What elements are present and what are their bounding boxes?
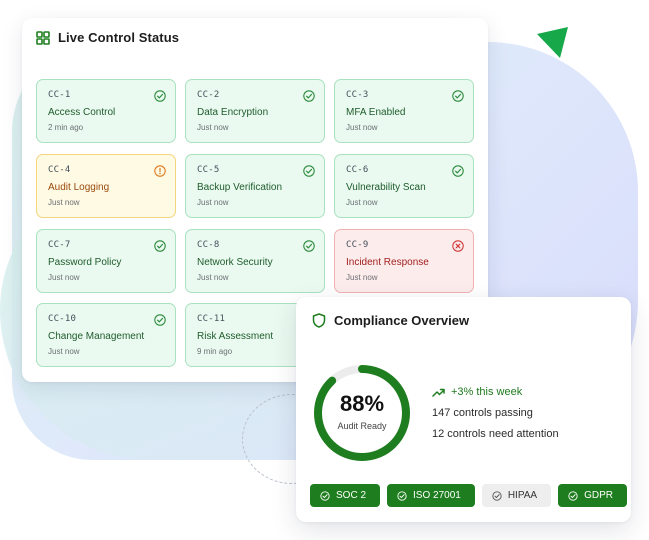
trending-up-icon <box>432 388 445 397</box>
control-name: Password Policy <box>48 257 122 268</box>
control-timestamp: Just now <box>48 273 80 282</box>
control-code: CC-4 <box>48 165 71 175</box>
check-circle-icon <box>154 89 166 102</box>
control-name: Access Control <box>48 107 116 118</box>
check-circle-icon <box>303 239 315 252</box>
control-timestamp: Just now <box>197 198 229 207</box>
control-code: CC-5 <box>197 165 220 175</box>
control-tile-cc-3[interactable]: CC-3 MFA Enabled Just now <box>334 79 474 143</box>
compliance-title: Compliance Overview <box>334 313 470 328</box>
control-name: Change Management <box>48 331 145 342</box>
control-code: CC-7 <box>48 240 71 250</box>
control-timestamp: Just now <box>197 273 229 282</box>
control-timestamp: Just now <box>346 123 378 132</box>
controls-attention: 12 controls need attention <box>432 428 559 440</box>
check-circle-icon <box>452 89 464 102</box>
control-tile-cc-2[interactable]: CC-2 Data Encryption Just now <box>185 79 325 143</box>
control-timestamp: Just now <box>346 198 378 207</box>
control-timestamp: Just now <box>48 347 80 356</box>
controls-passing: 147 controls passing <box>432 407 533 419</box>
check-circle-icon <box>452 164 464 177</box>
control-tile-cc-1[interactable]: CC-1 Access Control 2 min ago <box>36 79 176 143</box>
compliance-score: 88% <box>339 391 385 416</box>
grid-icon <box>36 30 50 45</box>
card-title: Live Control Status <box>58 30 180 45</box>
control-timestamp: 2 min ago <box>48 123 84 132</box>
control-code: CC-9 <box>346 240 369 250</box>
check-circle-icon <box>303 164 315 177</box>
control-code: CC-6 <box>346 165 369 175</box>
control-tile-cc-8[interactable]: CC-8 Network Security Just now <box>185 229 325 293</box>
check-circle-icon <box>303 89 315 102</box>
compliance-overview-card: Compliance Overview 88% Audit Ready +3% … <box>296 297 631 522</box>
control-code: CC-8 <box>197 240 220 250</box>
framework-label: GDPR <box>584 490 614 501</box>
check-circle-icon <box>320 490 330 501</box>
shield-icon <box>312 313 326 328</box>
control-tile-cc-10[interactable]: CC-10 Change Management Just now <box>36 303 176 367</box>
framework-label: ISO 27001 <box>413 490 461 501</box>
control-timestamp: Just now <box>48 198 80 207</box>
framework-badge-gdpr[interactable]: GDPR <box>558 484 628 507</box>
control-name: Incident Response <box>346 257 429 268</box>
control-code: CC-3 <box>346 90 369 100</box>
trend-text: +3% this week <box>451 386 523 398</box>
control-tile-cc-6[interactable]: CC-6 Vulnerability Scan Just now <box>334 154 474 218</box>
check-circle-icon <box>397 490 407 501</box>
control-tile-cc-7[interactable]: CC-7 Password Policy Just now <box>36 229 176 293</box>
check-circle-icon <box>154 239 166 252</box>
control-name: Backup Verification <box>197 182 283 193</box>
control-name: Data Encryption <box>197 107 269 118</box>
check-circle-icon <box>568 490 578 501</box>
triangle-accent-icon <box>537 27 568 58</box>
framework-label: SOC 2 <box>336 490 367 501</box>
framework-label: HIPAA <box>507 490 538 501</box>
framework-badge-hipaa[interactable]: HIPAA <box>481 484 552 507</box>
x-circle-icon <box>452 239 464 252</box>
control-name: Vulnerability Scan <box>346 182 426 193</box>
control-tile-cc-4[interactable]: CC-4 Audit Logging Just now <box>36 154 176 218</box>
framework-badge-iso-27001[interactable]: ISO 27001 <box>387 484 475 507</box>
alert-circle-icon <box>154 164 166 177</box>
check-circle-icon <box>492 490 502 501</box>
control-name: MFA Enabled <box>346 107 406 118</box>
compliance-stats: +3% this week 147 controls passing 12 co… <box>432 386 559 440</box>
control-code: CC-1 <box>48 90 71 100</box>
control-name: Audit Logging <box>48 182 110 193</box>
control-code: CC-2 <box>197 90 220 100</box>
control-timestamp: Just now <box>346 273 378 282</box>
trend-row: +3% this week <box>432 386 559 398</box>
control-tile-cc-5[interactable]: CC-5 Backup Verification Just now <box>185 154 325 218</box>
control-tile-cc-9[interactable]: CC-9 Incident Response Just now <box>334 229 474 293</box>
framework-badges: SOC 2 ISO 27001 HIPAA GDPR <box>310 484 628 507</box>
framework-badge-soc-2[interactable]: SOC 2 <box>310 484 381 507</box>
control-code: CC-10 <box>48 314 77 324</box>
compliance-score-label: Audit Ready <box>337 421 387 431</box>
control-name: Network Security <box>197 257 273 268</box>
control-timestamp: Just now <box>197 123 229 132</box>
check-circle-icon <box>154 313 166 326</box>
